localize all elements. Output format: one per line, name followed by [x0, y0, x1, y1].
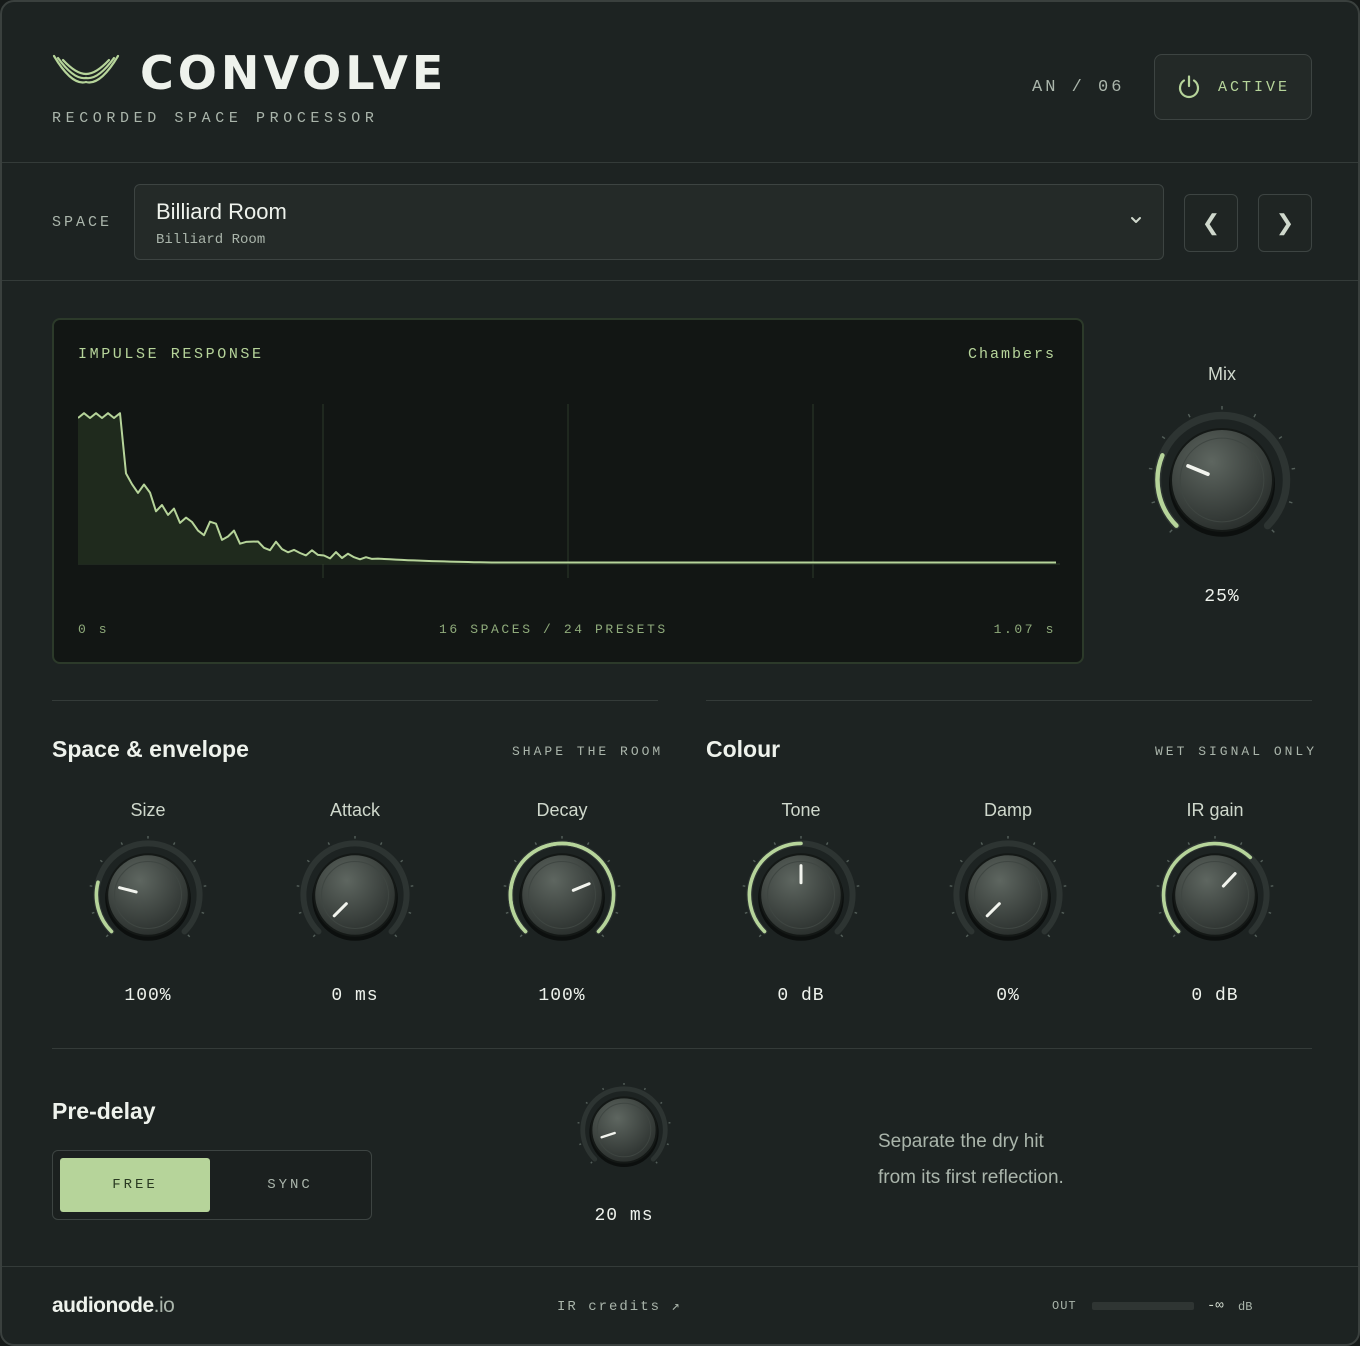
previous-space-button[interactable]: ❮ — [1184, 194, 1238, 252]
chevron-down-icon — [1131, 217, 1141, 223]
predelay-knob[interactable] — [576, 1082, 672, 1178]
decay-value: 100% — [538, 986, 586, 1006]
decay-label: Decay — [536, 800, 588, 820]
impulse-response-panel: IMPULSE RESPONSE Chambers 0 s 16 SPACES … — [52, 318, 1084, 664]
space-label: SPACE — [52, 214, 113, 231]
predelay-description: Separate the dry hit from its first refl… — [878, 1124, 1064, 1196]
chevron-left-icon: ❮ — [1201, 210, 1221, 235]
ir-credits-link[interactable]: IR credits ↗ — [557, 1298, 682, 1315]
damp-knob[interactable] — [948, 835, 1068, 955]
size-knob[interactable] — [88, 835, 208, 955]
active-toggle-button[interactable]: ACTIVE — [1154, 54, 1312, 120]
predelay-description-line: Separate the dry hit — [878, 1131, 1044, 1152]
size-value: 100% — [124, 986, 172, 1006]
predelay-description-line: from its first reflection. — [878, 1167, 1064, 1188]
colour-title: Colour — [706, 736, 781, 762]
version-label: AN / 06 — [1032, 78, 1125, 97]
mix-knob[interactable] — [1147, 405, 1297, 555]
space-selected-title: Billiard Room — [156, 199, 287, 224]
tone-knob[interactable] — [741, 835, 861, 955]
space-selected-subtitle: Billiard Room — [156, 232, 266, 248]
output-label: OUT — [1052, 1299, 1077, 1313]
impulse-start-time: 0 s — [78, 622, 110, 637]
chevron-right-icon: ❯ — [1275, 210, 1295, 235]
logo-icon — [52, 54, 120, 84]
mix-value: 25% — [1204, 587, 1240, 607]
plugin-window: CONVOLVE RECORDED SPACE PROCESSOR AN / 0… — [0, 0, 1360, 1346]
impulse-category: Chambers — [967, 346, 1056, 363]
size-label: Size — [130, 800, 166, 820]
divider — [706, 700, 1312, 701]
footer-brand-name: audionode — [52, 1294, 154, 1317]
impulse-end-time: 1.07 s — [993, 622, 1056, 637]
space-envelope-tag: SHAPE THE ROOM — [512, 744, 664, 759]
damp-value: 0% — [996, 986, 1020, 1006]
impulse-summary: 16 SPACES / 24 PRESETS — [439, 622, 668, 637]
output-meter — [1092, 1302, 1194, 1310]
output-unit: dB — [1238, 1300, 1253, 1314]
next-space-button[interactable]: ❯ — [1258, 194, 1312, 252]
output-value: -∞ — [1207, 1298, 1224, 1314]
attack-label: Attack — [329, 800, 381, 820]
divider — [52, 700, 658, 701]
predelay-free-button[interactable]: FREE — [60, 1158, 210, 1212]
decay-knob[interactable] — [502, 835, 622, 955]
space-dropdown[interactable]: Billiard Room Billiard Room — [134, 184, 1164, 260]
ir-gain-knob[interactable] — [1155, 835, 1275, 955]
damp-label: Damp — [983, 800, 1032, 820]
attack-knob[interactable] — [295, 835, 415, 955]
tone-value: 0 dB — [777, 986, 825, 1006]
attack-value: 0 ms — [331, 986, 379, 1006]
divider — [2, 280, 1358, 281]
impulse-waveform — [78, 404, 1060, 578]
tone-label: Tone — [781, 800, 821, 820]
space-envelope-title: Space & envelope — [52, 736, 249, 762]
footer-brand-tld: .io — [153, 1294, 175, 1317]
divider — [52, 1048, 1312, 1049]
power-icon — [1178, 75, 1200, 99]
mix-label: Mix — [1208, 364, 1236, 384]
impulse-response-title: IMPULSE RESPONSE — [78, 346, 264, 363]
divider — [2, 162, 1358, 163]
ir-gain-label: IR gain — [1186, 800, 1244, 820]
colour-tag: WET SIGNAL ONLY — [1155, 744, 1318, 759]
tagline: RECORDED SPACE PROCESSOR — [52, 110, 379, 127]
divider — [2, 1266, 1358, 1267]
predelay-sync-button[interactable]: SYNC — [215, 1158, 365, 1212]
predelay-mode-toggle: FREE SYNC — [52, 1150, 372, 1220]
active-label: ACTIVE — [1217, 78, 1290, 96]
predelay-value: 20 ms — [594, 1206, 654, 1226]
footer-brand[interactable]: audionode.io — [52, 1294, 175, 1318]
ir-gain-value: 0 dB — [1191, 986, 1239, 1006]
predelay-title: Pre-delay — [52, 1098, 156, 1124]
brand-title: CONVOLVE — [140, 46, 448, 100]
